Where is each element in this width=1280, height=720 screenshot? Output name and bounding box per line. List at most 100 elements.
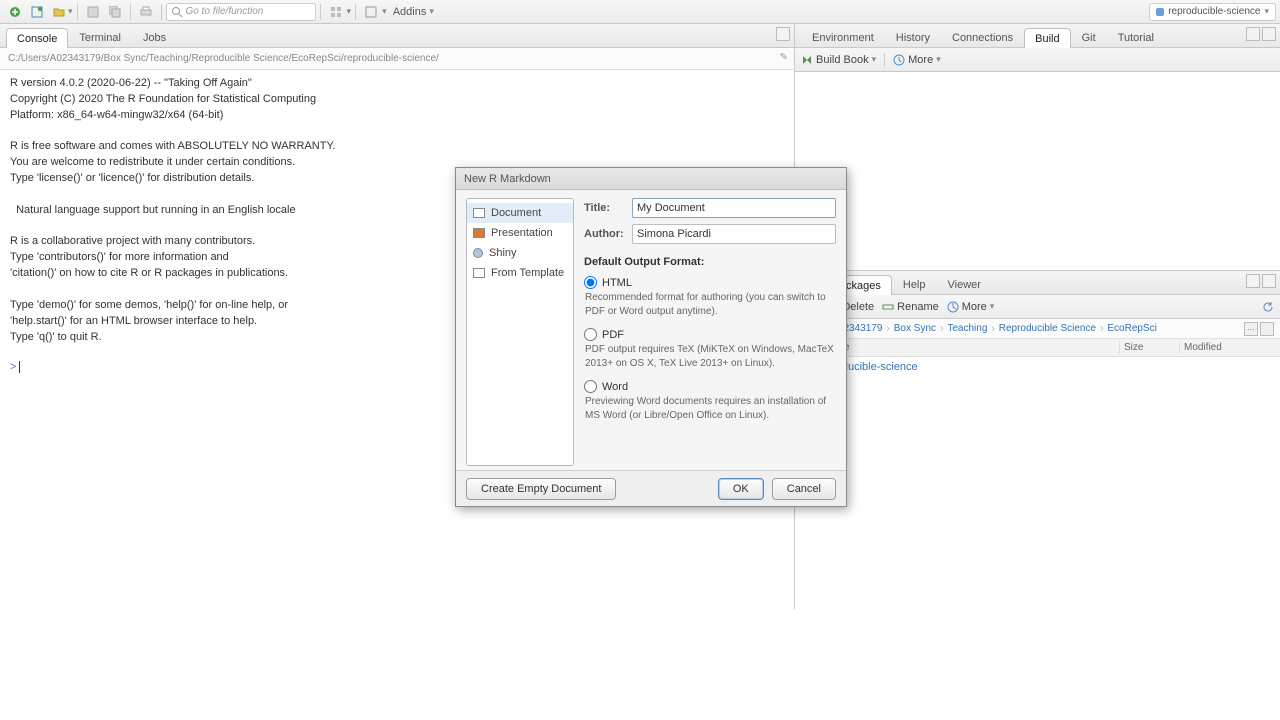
tab-connections[interactable]: Connections bbox=[941, 27, 1024, 47]
env-pane-tabs: Environment History Connections Build Gi… bbox=[795, 24, 1280, 48]
radio-pdf[interactable] bbox=[584, 328, 597, 341]
document-icon bbox=[473, 208, 485, 218]
sidebar-item-label: Presentation bbox=[491, 227, 553, 239]
sidebar-item-document[interactable]: Document bbox=[467, 203, 573, 223]
col-size-label: Size bbox=[1120, 342, 1180, 353]
build-more-label: More bbox=[908, 54, 933, 66]
new-project-icon[interactable] bbox=[28, 3, 46, 21]
files-list: reproducible-science bbox=[795, 357, 1280, 377]
console-startup-text: R version 4.0.2 (2020-06-22) -- "Taking … bbox=[10, 77, 335, 343]
crumb-up-icon[interactable] bbox=[1260, 322, 1274, 336]
presentation-icon bbox=[473, 228, 485, 238]
col-modified-label: Modified bbox=[1180, 342, 1280, 353]
save-icon[interactable] bbox=[84, 3, 102, 21]
sidebar-item-presentation[interactable]: Presentation bbox=[467, 223, 573, 243]
files-rename-button[interactable]: Rename bbox=[882, 301, 939, 313]
tab-tutorial[interactable]: Tutorial bbox=[1107, 27, 1165, 47]
addins-caret-icon[interactable]: ▾ bbox=[429, 6, 434, 17]
clear-console-icon[interactable]: ✎ bbox=[780, 52, 788, 63]
goto-file-input[interactable]: Go to file/function bbox=[166, 3, 316, 21]
sidebar-item-template[interactable]: From Template bbox=[467, 263, 573, 283]
files-toolbar: lder Delete Rename More ▾ bbox=[795, 295, 1280, 319]
tab-console[interactable]: Console bbox=[6, 28, 68, 48]
dialog-title: New R Markdown bbox=[464, 173, 551, 185]
radio-html[interactable] bbox=[584, 276, 597, 289]
files-more-label: More bbox=[962, 301, 987, 313]
tab-terminal[interactable]: Terminal bbox=[68, 27, 132, 47]
author-input[interactable] bbox=[632, 224, 836, 244]
project-name: reproducible-science bbox=[1168, 6, 1260, 17]
radio-word-desc: Previewing Word documents requires an in… bbox=[584, 395, 836, 422]
build-pane-body bbox=[795, 72, 1280, 270]
grid-view-icon[interactable] bbox=[327, 3, 345, 21]
files-refresh-icon[interactable] bbox=[1262, 301, 1274, 313]
build-more-button[interactable]: More ▾ bbox=[893, 54, 941, 66]
create-empty-button[interactable]: Create Empty Document bbox=[466, 478, 616, 500]
title-input[interactable] bbox=[632, 198, 836, 218]
grid-caret-icon[interactable]: ▾ bbox=[347, 6, 352, 17]
crumb-2[interactable]: Teaching bbox=[947, 323, 987, 334]
shiny-icon bbox=[473, 248, 483, 258]
open-recent-caret-icon[interactable]: ▾ bbox=[68, 6, 73, 17]
open-file-icon[interactable] bbox=[50, 3, 68, 21]
files-pane-tabs: ts Packages Help Viewer bbox=[795, 271, 1280, 295]
pane-maximize-icon[interactable] bbox=[776, 27, 790, 41]
project-icon bbox=[1156, 8, 1164, 16]
pane-min-icon[interactable] bbox=[1246, 27, 1260, 41]
radio-html-desc: Recommended format for authoring (you ca… bbox=[584, 291, 836, 318]
build-book-button[interactable]: Build Book ▾ bbox=[801, 54, 876, 66]
addins-menu[interactable]: Addins bbox=[393, 6, 427, 18]
output-format-heading: Default Output Format: bbox=[584, 256, 836, 268]
sidebar-item-label: Document bbox=[491, 207, 541, 219]
console-prompt: > bbox=[10, 361, 16, 373]
crumb-3[interactable]: Reproducible Science bbox=[999, 323, 1096, 334]
console-pane-tabs: Console Terminal Jobs bbox=[0, 24, 794, 48]
template-icon bbox=[473, 268, 485, 278]
radio-word-label: Word bbox=[602, 381, 628, 393]
tab-help[interactable]: Help bbox=[892, 274, 937, 294]
list-item[interactable]: reproducible-science bbox=[795, 357, 1280, 377]
radio-pdf-label: PDF bbox=[602, 329, 624, 341]
goto-placeholder: Go to file/function bbox=[186, 6, 264, 17]
radio-word[interactable] bbox=[584, 380, 597, 393]
tab-build[interactable]: Build bbox=[1024, 28, 1070, 48]
files-rename-label: Rename bbox=[897, 301, 939, 313]
tools-icon[interactable] bbox=[362, 3, 380, 21]
project-caret-icon: ▾ bbox=[1264, 6, 1269, 17]
main-toolbar: ▾ Go to file/function ▾ ▾ Addins ▾ repro… bbox=[0, 0, 1280, 24]
crumb-4[interactable]: EcoRepSci bbox=[1107, 323, 1156, 334]
radio-pdf-desc: PDF output requires TeX (MiKTeX on Windo… bbox=[584, 343, 836, 370]
tab-history[interactable]: History bbox=[885, 27, 941, 47]
console-wd-path: C:/Users/A02343179/Box Sync/Teaching/Rep… bbox=[8, 53, 439, 64]
crumb-more-icon[interactable]: … bbox=[1244, 322, 1258, 336]
build-toolbar: Build Book ▾ More ▾ bbox=[795, 48, 1280, 72]
build-book-label: Build Book bbox=[816, 54, 869, 66]
pane-max-icon[interactable] bbox=[1262, 27, 1276, 41]
dialog-titlebar: New R Markdown bbox=[456, 168, 846, 190]
files-breadcrumb: sers› A02343179› Box Sync› Teaching› Rep… bbox=[795, 319, 1280, 339]
tab-jobs[interactable]: Jobs bbox=[132, 27, 177, 47]
sidebar-item-shiny[interactable]: Shiny bbox=[467, 243, 573, 263]
tools-caret-icon[interactable]: ▾ bbox=[382, 6, 387, 17]
dialog-type-list: Document Presentation Shiny From Templat… bbox=[466, 198, 574, 466]
ok-button[interactable]: OK bbox=[718, 478, 764, 500]
save-all-icon[interactable] bbox=[106, 3, 124, 21]
files-more-button[interactable]: More ▾ bbox=[947, 301, 995, 313]
print-icon[interactable] bbox=[137, 3, 155, 21]
cancel-button[interactable]: Cancel bbox=[772, 478, 836, 500]
files-delete-label: Delete bbox=[842, 301, 874, 313]
console-path-bar: C:/Users/A02343179/Box Sync/Teaching/Rep… bbox=[0, 48, 794, 70]
sidebar-item-label: From Template bbox=[491, 267, 564, 279]
radio-html-label: HTML bbox=[602, 277, 632, 289]
crumb-1[interactable]: Box Sync bbox=[894, 323, 936, 334]
sidebar-item-label: Shiny bbox=[489, 247, 517, 259]
pane-max2-icon[interactable] bbox=[1262, 274, 1276, 288]
console-cursor bbox=[19, 361, 20, 373]
new-file-icon[interactable] bbox=[6, 3, 24, 21]
tab-git[interactable]: Git bbox=[1071, 27, 1107, 47]
project-selector[interactable]: reproducible-science ▾ bbox=[1149, 3, 1276, 21]
tab-environment[interactable]: Environment bbox=[801, 27, 885, 47]
new-rmarkdown-dialog: New R Markdown Document Presentation Shi… bbox=[455, 167, 847, 507]
pane-min2-icon[interactable] bbox=[1246, 274, 1260, 288]
tab-viewer[interactable]: Viewer bbox=[937, 274, 992, 294]
